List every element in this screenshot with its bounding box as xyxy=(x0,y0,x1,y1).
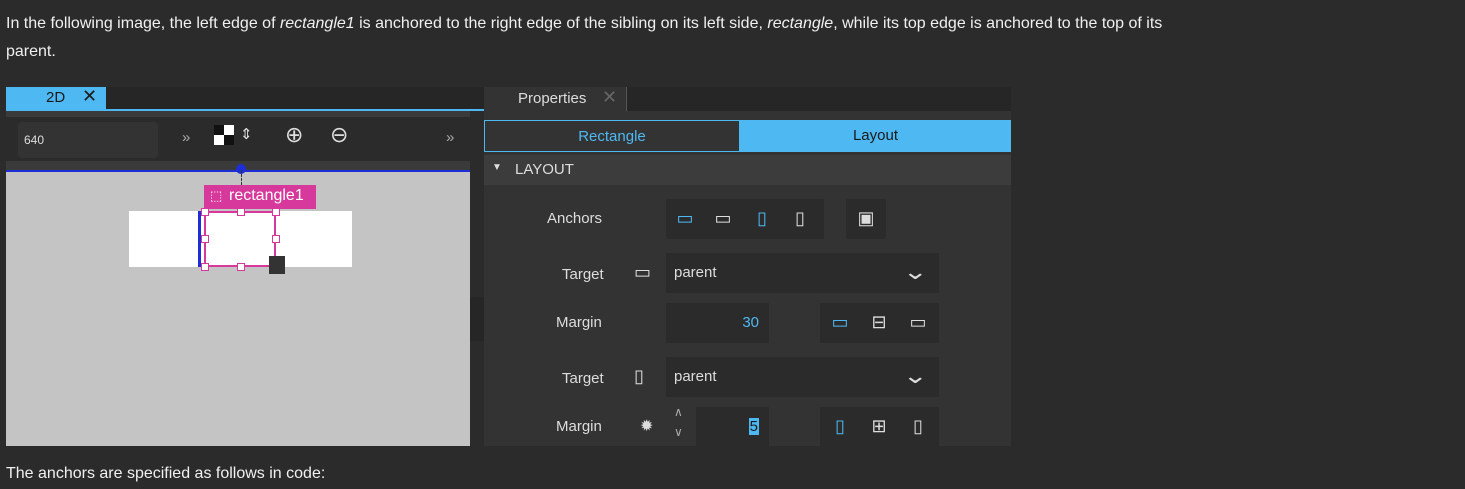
design-canvas[interactable]: ⬚ rectangle1 xyxy=(6,164,470,446)
section-title: LAYOUT xyxy=(515,161,574,178)
anchor-buttons: ▭ ▭ ▯ ▯ xyxy=(666,199,824,239)
intro-emphasis-rectangle1: rectangle1 xyxy=(279,15,355,32)
target-left-select[interactable]: parent ⌄ xyxy=(666,357,939,397)
editor-2d-panel: 2D ✕ 640 » ⇕ ⊕ ⊖ » ⬚ rectangle1 xyxy=(6,86,484,446)
margin-top-label: Margin xyxy=(556,314,602,331)
tab-properties[interactable]: Properties ✕ xyxy=(484,87,627,111)
intro-paragraph-line2: parent. xyxy=(6,43,56,60)
anchors-label: Anchors xyxy=(547,210,603,227)
target-top-label: Target xyxy=(562,266,604,283)
target-left-label: Target xyxy=(562,370,604,387)
left-edge-icon: ▯ xyxy=(634,366,644,386)
properties-tab-bar: Properties ✕ xyxy=(484,87,1011,111)
top-edge-icon: ▭ xyxy=(634,262,652,282)
resize-handle[interactable] xyxy=(237,263,245,271)
zoom-field[interactable]: 640 xyxy=(18,122,158,158)
close-icon[interactable]: ✕ xyxy=(82,86,97,107)
footer-text: The anchors are specified as follows in … xyxy=(6,465,326,482)
anchor-right-icon[interactable]: ▯ xyxy=(790,207,810,229)
intro-text: In the following image, the left edge of xyxy=(6,15,280,32)
rectangle1-selection[interactable] xyxy=(204,211,276,267)
resize-handle[interactable] xyxy=(237,208,245,216)
selection-label-text: rectangle1 xyxy=(229,187,304,204)
margin-left-value: 5 xyxy=(748,418,759,435)
more-icon[interactable]: » xyxy=(182,129,190,146)
align-bottom-icon[interactable]: ▭ xyxy=(908,311,928,333)
tab-2d-label: 2D xyxy=(46,89,66,106)
anchor-left-icon[interactable]: ▯ xyxy=(752,207,772,229)
align-left-icon[interactable]: ▯ xyxy=(830,415,850,437)
segment-rectangle[interactable]: Rectangle xyxy=(484,120,740,152)
intro-emphasis-rectangle: rectangle xyxy=(767,15,834,32)
target-left-value: parent xyxy=(674,368,717,385)
target-top-value: parent xyxy=(674,264,717,281)
vertical-align-buttons: ▭ ⊟ ▭ xyxy=(820,303,939,343)
scrollbar[interactable] xyxy=(470,297,484,341)
zoom-in-icon[interactable]: ⊕ xyxy=(285,122,303,148)
align-vcenter-icon[interactable]: ⊟ xyxy=(869,311,889,333)
margin-guide xyxy=(241,170,242,185)
more-icon[interactable]: » xyxy=(446,129,454,146)
resize-handle[interactable] xyxy=(201,235,209,243)
zoom-value: 640 xyxy=(24,133,45,147)
horizontal-align-buttons: ▯ ⊞ ▯ xyxy=(820,407,939,447)
margin-left-label: Margin xyxy=(556,418,602,435)
spin-down-icon[interactable]: ∨ xyxy=(674,425,683,439)
resize-grip[interactable] xyxy=(269,256,285,274)
margin-top-input[interactable]: 30 xyxy=(666,303,769,343)
margin-left-input[interactable]: 5 xyxy=(696,407,769,447)
layout-section-header[interactable]: ▼ LAYOUT xyxy=(484,155,1011,185)
segment-layout[interactable]: Layout xyxy=(740,120,1011,152)
anchor-fill-group: ▣ xyxy=(846,199,886,239)
align-top-icon[interactable]: ▭ xyxy=(830,311,850,333)
collapse-arrow-icon: ▼ xyxy=(492,162,502,173)
margin-top-value: 30 xyxy=(742,314,759,331)
anchor-top-icon[interactable]: ▭ xyxy=(675,207,695,229)
editor-tab-bar: 2D ✕ xyxy=(6,86,484,111)
align-hcenter-icon[interactable]: ⊞ xyxy=(869,415,889,437)
resize-handle[interactable] xyxy=(272,235,280,243)
resize-handle[interactable] xyxy=(201,208,209,216)
updown-icon[interactable]: ⇕ xyxy=(240,125,253,143)
zoom-out-icon[interactable]: ⊖ xyxy=(330,122,348,148)
close-icon[interactable]: ✕ xyxy=(602,87,617,108)
tab-2d[interactable]: 2D ✕ xyxy=(6,86,106,109)
intro-paragraph: In the following image, the left edge of… xyxy=(6,10,1162,38)
tab-properties-label: Properties xyxy=(518,90,587,107)
chevron-down-icon: ⌄ xyxy=(902,259,929,284)
anchor-fill-icon[interactable]: ▣ xyxy=(856,207,876,229)
gear-icon[interactable]: ✹ xyxy=(640,416,653,436)
intro-text: , while its top edge is anchored to the … xyxy=(833,15,1163,32)
spin-up-icon[interactable]: ∧ xyxy=(674,405,683,419)
align-right-icon[interactable]: ▯ xyxy=(908,415,928,437)
properties-panel: Properties ✕ Rectangle Layout ▼ LAYOUT A… xyxy=(484,87,1011,447)
resize-handle[interactable] xyxy=(272,208,280,216)
editor-toolbar: 640 » ⇕ ⊕ ⊖ » xyxy=(6,117,470,161)
select-cursor-icon: ⬚ xyxy=(210,188,223,203)
intro-text: is anchored to the right edge of the sib… xyxy=(354,15,768,32)
target-top-select[interactable]: parent ⌄ xyxy=(666,253,939,293)
tab-underline xyxy=(6,109,484,111)
chevron-down-icon: ⌄ xyxy=(902,363,929,388)
checker-icon[interactable] xyxy=(214,125,234,145)
resize-handle[interactable] xyxy=(201,263,209,271)
anchor-bottom-icon[interactable]: ▭ xyxy=(713,207,733,229)
selection-label: ⬚ rectangle1 xyxy=(204,185,316,209)
